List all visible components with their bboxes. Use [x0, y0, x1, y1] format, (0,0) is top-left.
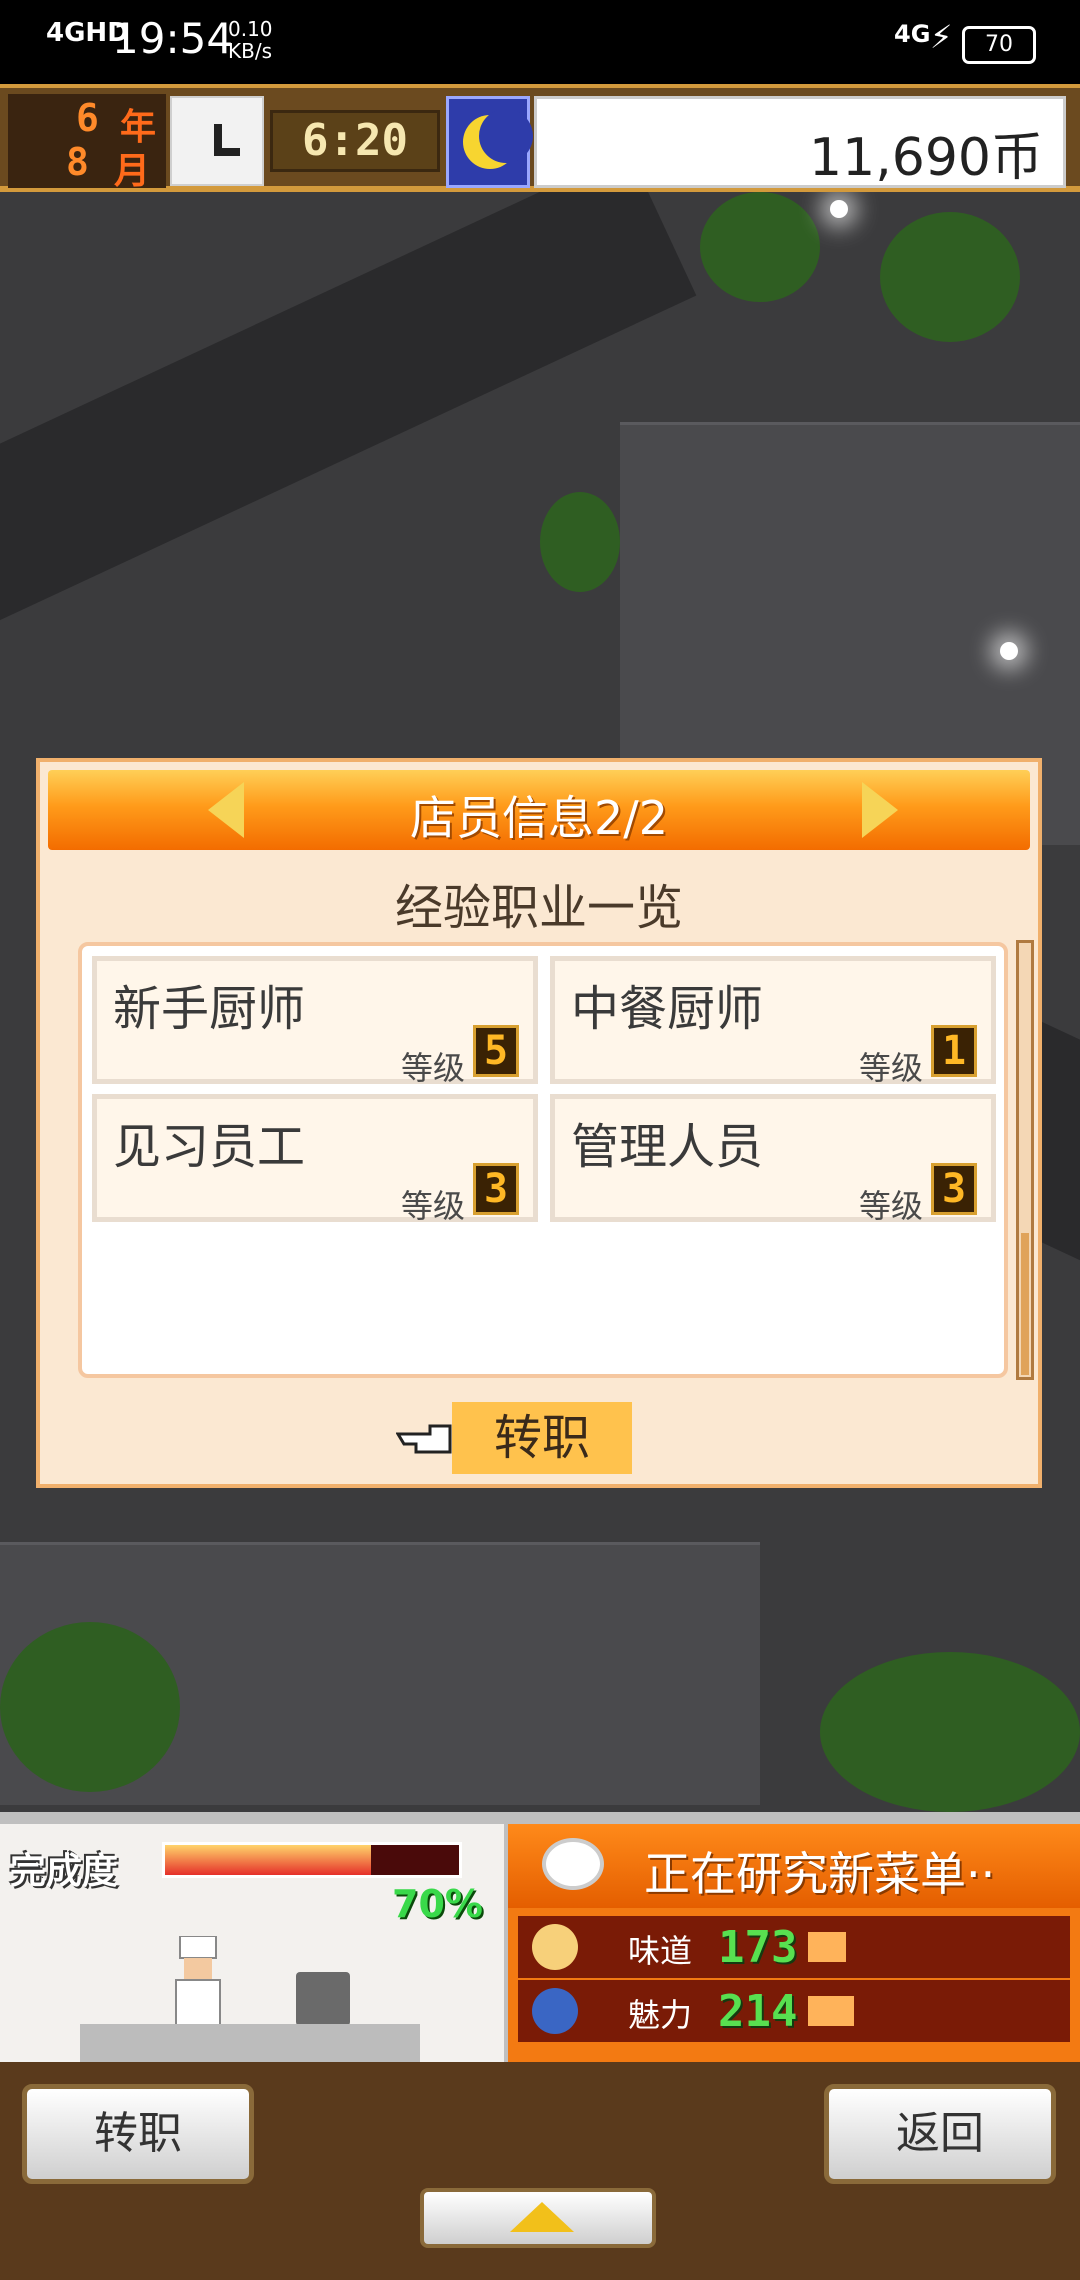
research-status: 正在研究新菜单·· [644, 1847, 996, 1901]
expand-up-button[interactable] [420, 2188, 656, 2248]
progress-bar-fill [165, 1845, 371, 1875]
progress-label: 完成度 [10, 1851, 119, 1892]
pot-icon [296, 1972, 350, 2026]
top-hud: 6 年 8 月 6:20 11,690币 [0, 84, 1080, 192]
job-card[interactable]: 管理人员 等级 3 [550, 1094, 996, 1225]
research-panel: 正在研究新菜单·· 味道 173 魅力 214 [508, 1824, 1080, 2062]
kitchen-view: 完成度 70% [0, 1824, 504, 2070]
job-level-badge: 1 [931, 1025, 977, 1077]
tree [820, 1652, 1080, 1812]
network-4g-indicator: 4G [894, 20, 931, 48]
tree [0, 1622, 180, 1792]
bottom-bar: 转职 返回 [0, 2062, 1080, 2280]
job-level-badge: 3 [473, 1163, 519, 1215]
network-speed: 0.10 KB/s [228, 18, 273, 62]
job-name: 管理人员 [571, 1119, 764, 1175]
stat-value: 214 [718, 1986, 798, 2037]
pointing-hand-icon [396, 1424, 452, 1454]
job-card[interactable]: 新手厨师 等级 5 [92, 956, 538, 1087]
moon-icon [463, 109, 533, 169]
charm-icon [532, 1988, 578, 2034]
clock-icon [170, 96, 264, 186]
scrollbar-thumb[interactable] [1021, 1233, 1029, 1375]
status-time: 19:54 [112, 14, 234, 63]
status-bar: 4GHD 19:54 0.10 KB/s 4G ⚡ 70 [0, 0, 1080, 84]
tree [540, 492, 620, 592]
dialog-header: 店员信息2/2 [48, 770, 1030, 850]
stat-row-charm: 魅力 214 [518, 1980, 1070, 2042]
job-name: 中餐厨师 [571, 981, 764, 1037]
chef-icon [175, 1936, 221, 2026]
tree [880, 212, 1020, 342]
game-time: 6:20 [270, 110, 440, 172]
job-name: 见习员工 [113, 1119, 306, 1175]
taste-icon [532, 1924, 578, 1970]
job-level-label: 等级 [400, 1049, 465, 1087]
year-number: 6 [76, 96, 99, 140]
date-display: 6 年 8 月 [8, 94, 166, 192]
job-level-label: 等级 [400, 1187, 465, 1225]
up-arrow-icon [510, 2202, 574, 2232]
stat-bar [808, 1932, 846, 1962]
night-indicator [446, 96, 533, 188]
job-card[interactable]: 中餐厨师 等级 1 [550, 956, 996, 1087]
research-header: 正在研究新菜单·· [508, 1824, 1080, 1908]
dish-icon [542, 1838, 604, 1890]
job-list: 新手厨师 等级 5 中餐厨师 等级 1 见习员工 等级 3 管理人员 等级 3 [78, 942, 1008, 1378]
battery-indicator: 70 [962, 26, 1036, 64]
job-list-scrollbar[interactable] [1016, 940, 1034, 1380]
street-light [830, 200, 848, 218]
job-level-label: 等级 [858, 1049, 923, 1087]
dialog-subtitle: 经验职业一览 [394, 880, 683, 936]
speed-unit: KB/s [228, 39, 272, 63]
job-name: 新手厨师 [113, 981, 306, 1037]
job-card[interactable]: 见习员工 等级 3 [92, 1094, 538, 1225]
progress-percent: 70% [392, 1882, 483, 1926]
street-light [1000, 642, 1018, 660]
month-number: 8 [66, 140, 89, 184]
change-job-button[interactable]: 转职 [452, 1402, 632, 1474]
stat-value: 173 [718, 1922, 798, 1973]
staff-info-dialog: 店员信息2/2 经验职业一览 新手厨师 等级 5 中餐厨师 等级 1 见习员工 … [36, 758, 1042, 1488]
progress-bar [162, 1842, 462, 1878]
info-panel: 完成度 70% 正在研究新菜单·· 味道 173 魅力 214 [0, 1812, 1080, 2070]
stat-row-taste: 味道 173 [518, 1916, 1070, 1978]
job-level-badge: 3 [931, 1163, 977, 1215]
stat-label: 魅力 [628, 1996, 693, 2034]
month-label: 月 [114, 151, 151, 192]
next-page-arrow-icon[interactable] [862, 782, 898, 838]
charging-icon: ⚡ [930, 18, 953, 56]
tree [700, 192, 820, 302]
job-level-label: 等级 [858, 1187, 923, 1225]
money-amount: 11,690币 [809, 128, 1043, 188]
stat-label: 味道 [628, 1932, 693, 1970]
change-job-bottom-button[interactable]: 转职 [22, 2084, 254, 2184]
money-display: 11,690币 [534, 96, 1066, 188]
stat-bar [808, 1996, 854, 2026]
speed-value: 0.10 [228, 17, 273, 41]
back-button[interactable]: 返回 [824, 2084, 1056, 2184]
job-level-badge: 5 [473, 1025, 519, 1077]
